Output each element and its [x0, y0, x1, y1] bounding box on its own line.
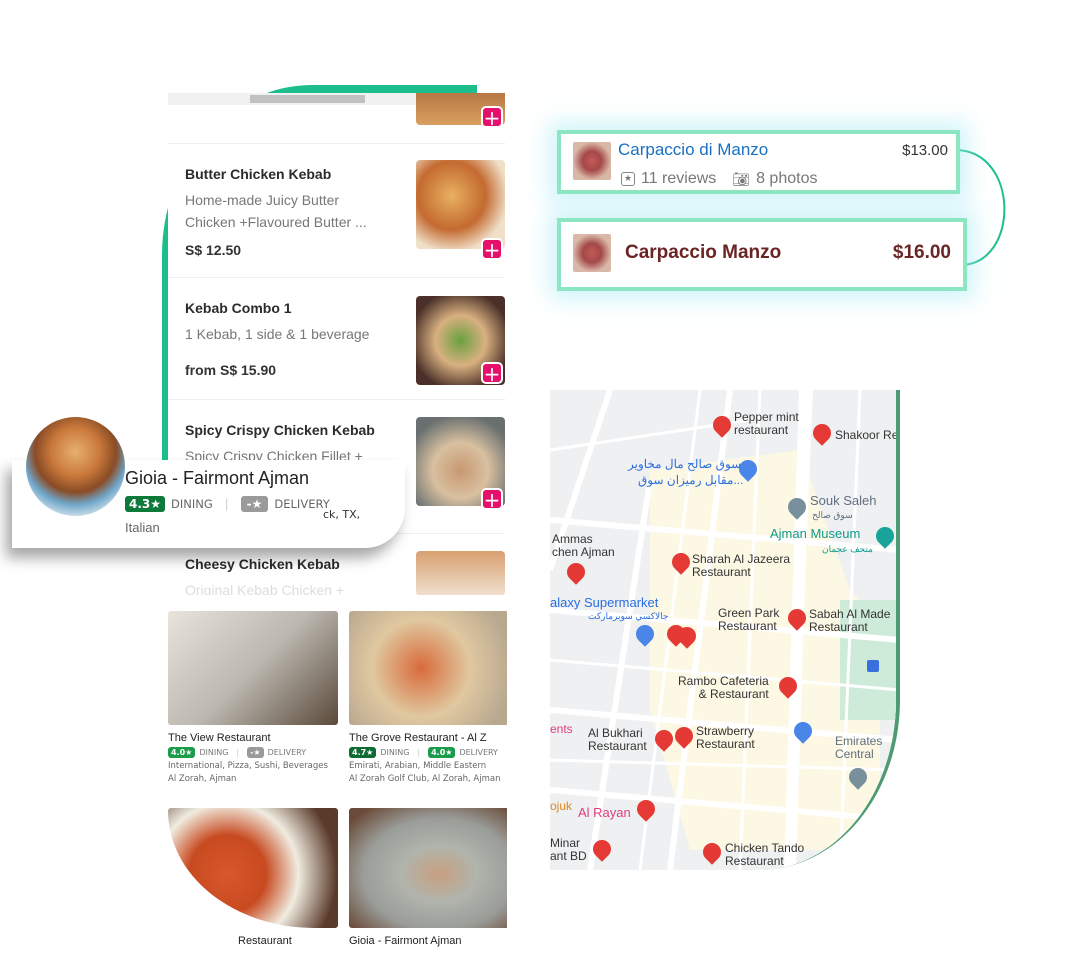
add-button[interactable]: + — [481, 488, 503, 511]
map-label[interactable]: Rambo Cafeteria & Restaurant — [678, 675, 769, 701]
restaurant-name: Restaurant — [238, 935, 292, 947]
item-desc: Home-made Juicy Butter — [185, 192, 340, 208]
delivery-rating-badge: 4.0★ — [428, 747, 456, 758]
restaurant-name: Gioia - Fairmont Ajman — [125, 468, 310, 488]
divider: | — [224, 497, 229, 511]
item-price: from S$ 15.90 — [185, 362, 277, 378]
star-review-icon: ★ — [621, 172, 635, 186]
cuisine-text: Emirati, Arabian, Middle Eastern — [349, 761, 487, 771]
map-label[interactable]: سوق صالح — [812, 509, 853, 522]
item-title: Spicy Crispy Chicken Kebab — [185, 422, 375, 438]
map-label[interactable]: Ajman Museum — [770, 527, 860, 540]
dining-label: DINING — [171, 497, 213, 511]
item-desc: Original Kebab Chicken + — [185, 582, 345, 595]
restaurant-name: Gioia - Fairmont Ajman — [349, 935, 462, 947]
dining-rating-badge: 4.3★ — [125, 496, 166, 512]
map-label[interactable]: سوق صالح مال مخاوير — [628, 458, 741, 471]
map-label[interactable]: Chicken Tando Restaurant — [725, 842, 804, 868]
dining-rating-badge: 4.7★ — [349, 747, 377, 758]
map-view[interactable]: Pepper mint restaurant Shakoor Re سوق صا… — [550, 390, 900, 870]
map-label[interactable]: Minar ant BD — [550, 837, 587, 863]
cuisine-text: Italian — [125, 520, 160, 535]
map-label[interactable]: Pepper mint restaurant — [734, 411, 799, 437]
restaurant-image — [168, 808, 338, 928]
item-desc: Chicken +Flavoured Butter ... — [185, 214, 367, 230]
delivery-label: DELIVERY — [274, 497, 330, 511]
map-label[interactable]: Sharah Al Jazeera Restaurant — [692, 553, 790, 579]
map-label[interactable]: متحف عجمان — [822, 543, 873, 556]
camera-icon: 📷︎ — [732, 170, 751, 187]
food-image — [416, 160, 505, 249]
cut-off-text: ck, TX, — [323, 508, 361, 521]
map-label[interactable]: Ammas chen Ajman — [552, 533, 615, 559]
map-label[interactable]: Emirates Central — [835, 735, 882, 761]
map-label[interactable]: Souk Saleh — [810, 494, 877, 507]
dish-thumbnail — [573, 142, 611, 180]
add-button[interactable]: + — [481, 362, 503, 385]
restaurant-name: The Grove Restaurant - Al Z — [349, 732, 487, 744]
delivery-label: DELIVERY — [267, 748, 307, 757]
menu-item: + — [168, 93, 505, 143]
item-price: S$ 12.50 — [185, 242, 242, 258]
map-label[interactable]: مقابل رميزان سوق... — [638, 474, 743, 487]
item-title: Cheesy Chicken Kebab — [185, 556, 340, 572]
map-label[interactable]: Shakoor Re — [835, 429, 896, 442]
restaurant-image — [349, 611, 507, 725]
restaurant-card[interactable]: Restaurant — [168, 808, 338, 947]
listing-b[interactable]: Carpaccio Manzo $16.00 — [557, 218, 967, 291]
map-label[interactable]: Al Bukhari Restaurant — [588, 727, 647, 753]
restaurant-card[interactable]: Gioia - Fairmont Ajman — [349, 808, 507, 947]
cuisine-text: International, Pizza, Sushi, Beverages — [168, 761, 328, 771]
item-title: Butter Chicken Kebab — [185, 166, 332, 182]
item-desc: 1 Kebab, 1 side & 1 beverage — [185, 326, 370, 342]
scrollbar-thumb[interactable] — [250, 95, 365, 103]
delivery-rating-badge: -★ — [240, 496, 269, 512]
restaurant-image — [168, 611, 338, 725]
map-label[interactable]: جالاكسي سوبرماركت — [588, 610, 668, 623]
restaurant-name: The View Restaurant — [168, 732, 271, 744]
item-title: Kebab Combo 1 — [185, 300, 292, 316]
location-text: Al Zorah, Ajman — [168, 774, 237, 784]
map-label[interactable]: ents — [550, 723, 573, 736]
restaurant-card[interactable]: The Grove Restaurant - Al Z 4.7★ DINING | 4… — [349, 611, 507, 784]
add-button[interactable]: + — [481, 106, 503, 129]
dish-price: $13.00 — [902, 142, 948, 159]
restaurant-image — [349, 808, 507, 928]
dish-name-link[interactable]: Carpaccio di Manzo — [618, 140, 768, 160]
dining-label: DINING — [199, 748, 229, 757]
restaurant-card[interactable]: The View Restaurant 4.0★ DINING | -★ DELIVER… — [168, 611, 338, 784]
dish-name: Carpaccio Manzo — [625, 242, 782, 263]
map-label[interactable]: Al Rayan — [578, 806, 631, 819]
dish-thumbnail — [573, 234, 611, 272]
restaurant-avatar — [26, 417, 125, 516]
reviews-count[interactable]: 11 reviews — [641, 170, 716, 188]
map-label[interactable]: Green Park Restaurant — [718, 607, 779, 633]
photos-count[interactable]: 8 photos — [756, 170, 817, 188]
dish-price: $16.00 — [892, 242, 951, 263]
dining-rating-badge: 4.0★ — [168, 747, 196, 758]
map-label[interactable]: Strawberry Restaurant — [696, 725, 755, 751]
menu-item: Butter Chicken Kebab Home-made Juicy But… — [168, 143, 505, 277]
dining-label: DINING — [380, 748, 410, 757]
location-text: Al Zorah Golf Club, Al Zorah, Ajman — [349, 774, 501, 784]
map-label[interactable]: ojuk — [550, 800, 572, 813]
add-button[interactable]: + — [481, 238, 503, 261]
map-label[interactable]: alaxy Supermarket — [550, 596, 658, 609]
bus-stop-icon[interactable] — [867, 660, 879, 672]
food-image — [416, 551, 505, 595]
map-label[interactable]: Sabah Al Made Restaurant — [809, 608, 890, 634]
delivery-label: DELIVERY — [459, 748, 498, 757]
menu-item: Kebab Combo 1 1 Kebab, 1 side & 1 bevera… — [168, 277, 505, 399]
delivery-rating-badge: -★ — [247, 747, 264, 758]
listing-a[interactable]: Carpaccio di Manzo $13.00 ★ 11 reviews 📷… — [557, 130, 960, 194]
